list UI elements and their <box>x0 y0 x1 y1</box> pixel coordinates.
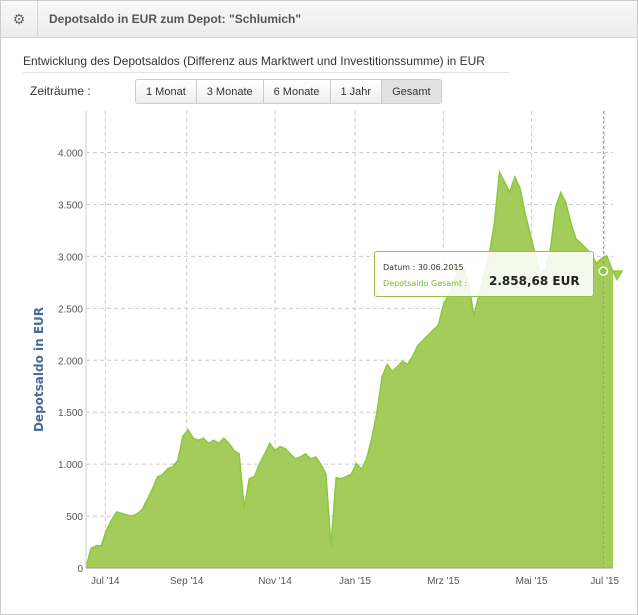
x-tick-label: Nov '14 <box>258 576 292 587</box>
y-tick-label: 3.000 <box>58 252 83 263</box>
x-tick-label: Jan '15 <box>339 576 371 587</box>
x-tick-label: Mrz '15 <box>427 576 460 587</box>
series-area <box>86 172 622 569</box>
y-tick-label: 0 <box>77 564 83 575</box>
x-tick-label: Jul '14 <box>91 576 120 587</box>
y-tick-label: 1.000 <box>58 460 83 471</box>
x-tick-label: Sep '14 <box>170 576 204 587</box>
y-tick-label: 3.500 <box>58 200 83 211</box>
x-tick-label: Jul '15 <box>590 576 619 587</box>
tooltip-value: 2.858,68 EUR <box>489 274 580 288</box>
y-tick-label: 4.000 <box>58 149 83 160</box>
area-chart: 0 500 1.000 1.500 2.000 2.500 3.000 3.500 4.000 J… <box>32 111 624 587</box>
x-tick-label: Mai '15 <box>516 576 548 587</box>
tooltip-series-label: Depotsaldo Gesamt : <box>383 279 468 288</box>
y-tick-label: 2.000 <box>58 356 83 367</box>
y-tick-label: 2.500 <box>58 304 83 315</box>
depot-widget: ⚙ Depotsaldo in EUR zum Depot: "Schlumic… <box>0 0 638 615</box>
tooltip-date: Datum : 30.06.2015 <box>383 263 464 272</box>
tooltip: Datum : 30.06.2015 Depotsaldo Gesamt : 2… <box>374 251 594 297</box>
y-tick-label: 1.500 <box>58 408 83 419</box>
highlight-marker <box>598 266 609 276</box>
y-tick-label: 500 <box>66 512 83 523</box>
y-axis-title: Depotsaldo in EUR <box>32 307 46 432</box>
